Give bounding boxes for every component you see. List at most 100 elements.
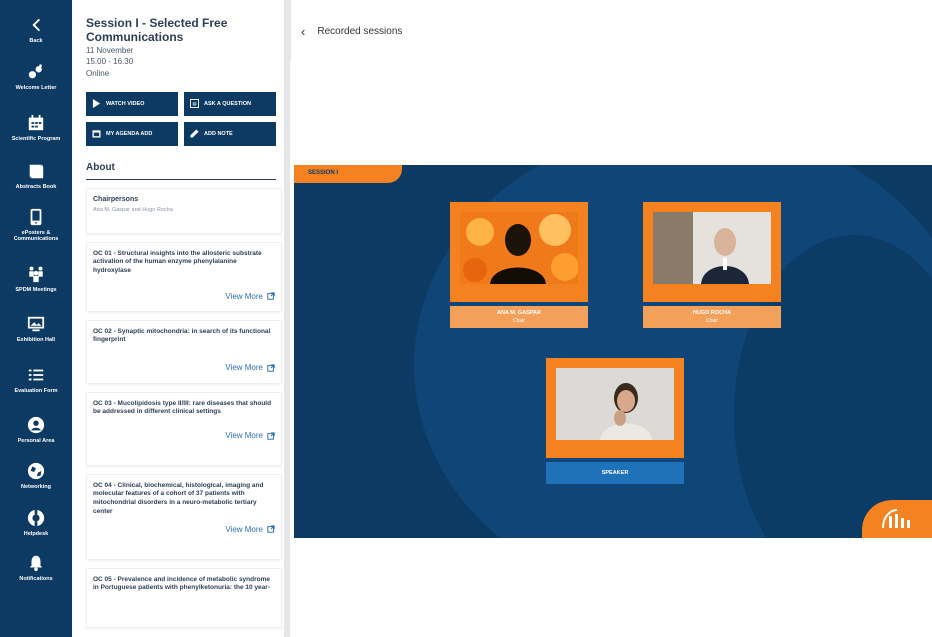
page-title: Recorded sessions (317, 25, 403, 37)
session-tab: SESSION I (294, 165, 402, 183)
nav-item-welcome-letter[interactable]: Welcome Letter (0, 52, 72, 102)
speaker-name: SPEAKER (601, 470, 629, 476)
communication-title: OC 03 - Mucolipidosis type II/III: rare … (93, 399, 272, 416)
session-location: Online (86, 68, 110, 78)
view-more-link[interactable]: View More (93, 525, 275, 534)
nav-item-eposters[interactable]: ePosters & Communications (0, 198, 72, 252)
nav-item-scientific-program[interactable]: Scientific Program (0, 102, 72, 154)
external-link-icon (267, 431, 275, 440)
communication-title: OC 04 - Clinical, biochemical, histologi… (93, 481, 264, 515)
my-agenda-add-label: MY AGENDA ADD (106, 130, 153, 137)
chairpersons-title: Chairpersons (93, 195, 139, 203)
nav-item-personal-area[interactable]: Personal Area (0, 408, 72, 452)
speaker-video-feed (460, 212, 578, 284)
speaker-video-feed (556, 368, 674, 440)
globe-icon (27, 462, 45, 480)
app-window: Back Welcome Letter Scientific Program A… (0, 0, 932, 637)
monitor-icon (27, 315, 45, 333)
session-time: 15.00 - 16.30 (86, 57, 134, 67)
play-icon (92, 99, 101, 109)
communication-card: OC 04 - Clinical, biochemical, histologi… (86, 473, 282, 560)
nav-label: Personal Area (17, 437, 55, 444)
nav-label: Back (29, 37, 43, 44)
speaker-role: Chair (706, 318, 718, 324)
tablet-icon (27, 208, 45, 226)
speaker-name-tag: SPEAKER (546, 462, 684, 484)
nav-label: Welcome Letter (15, 84, 57, 91)
nav-item-abstracts-book[interactable]: Abstracts Book (0, 154, 72, 198)
speaker-video (450, 202, 588, 302)
nav-label: Abstracts Book (15, 183, 57, 190)
session-actions: WATCH VIDEO ASK A QUESTION MY AGENDA ADD… (86, 91, 290, 146)
view-more-label: View More (225, 291, 263, 301)
question-icon (190, 99, 199, 109)
nav-item-exhibition-hall[interactable]: Exhibition Hall (0, 306, 72, 352)
add-note-button[interactable]: ADD NOTE (184, 121, 276, 146)
speaker-name: HUGO ROCHA (692, 310, 732, 316)
watch-video-label: WATCH VIDEO (106, 100, 145, 107)
users-icon (27, 265, 45, 283)
chairpersons-card: Chairpersons Ana M. Gaspar and Hugo Roch… (86, 187, 282, 234)
nav-item-evaluation-form[interactable]: Evaluation Form (0, 352, 72, 408)
person-icon (27, 416, 45, 434)
view-more-label: View More (225, 524, 263, 534)
nav-item-spdm-meetings[interactable]: SPDM Meetings (0, 252, 72, 306)
handshake-icon (27, 63, 45, 81)
chevron-left-icon (27, 16, 45, 34)
communication-title: OC 01 - Structural insights into the all… (93, 249, 262, 275)
list-icon (27, 366, 45, 384)
external-link-icon (267, 292, 275, 301)
session-title: Session I - Selected Free Communications (86, 16, 228, 45)
communication-card: OC 05 - Prevalence and incidence of meta… (86, 567, 282, 628)
speaker-name: ANA M. GASPAR (497, 310, 541, 316)
communication-card: OC 03 - Mucolipidosis type II/III: rare … (86, 391, 282, 466)
nav-label: SPDM Meetings (15, 286, 57, 293)
nav-label: Helpdesk (23, 530, 49, 537)
nav-rail: Back Welcome Letter Scientific Program A… (0, 0, 72, 637)
calendar-icon (92, 130, 101, 138)
nav-item-helpdesk[interactable]: Helpdesk (0, 500, 72, 546)
speaker-tile-chair-1: ANA M. GASPAR Chair (450, 202, 588, 328)
external-link-icon (267, 363, 275, 372)
back-chevron-icon[interactable]: ‹ (301, 24, 305, 39)
bell-icon (27, 554, 45, 572)
nav-label: Networking (21, 483, 51, 490)
lifebuoy-icon (27, 509, 45, 527)
ask-question-button[interactable]: ASK A QUESTION (184, 91, 276, 116)
view-more-label: View More (225, 431, 263, 441)
ask-question-label: ASK A QUESTION (204, 100, 251, 107)
view-more-link[interactable]: View More (93, 363, 275, 372)
pencil-icon (190, 129, 199, 138)
nav-item-back[interactable]: Back (0, 8, 72, 52)
communication-card: OC 02 - Synaptic mitochondria: in search… (86, 319, 282, 384)
about-heading: About (86, 162, 276, 180)
communication-title: OC 02 - Synaptic mitochondria: in search… (93, 327, 271, 344)
video-stage[interactable]: SESSION I ANA M. GASPAR Chair HUGO ROCHA… (294, 165, 932, 538)
nav-label: ePosters & Communications (13, 229, 59, 242)
nav-label: Scientific Program (11, 135, 61, 142)
session-panel: Session I - Selected Free Communications… (72, 0, 290, 637)
communication-title: OC 05 - Prevalence and incidence of meta… (93, 575, 271, 592)
view-more-label: View More (225, 363, 263, 373)
nav-item-notifications[interactable]: Notifications (0, 546, 72, 590)
view-more-link[interactable]: View More (93, 292, 275, 301)
logo-icon (882, 509, 910, 529)
add-note-label: ADD NOTE (204, 130, 233, 137)
my-agenda-add-button[interactable]: MY AGENDA ADD (86, 121, 178, 146)
speaker-tile-chair-2: HUGO ROCHA Chair (643, 202, 781, 328)
event-logo (862, 500, 932, 538)
speaker-video (643, 202, 781, 302)
view-more-link[interactable]: View More (93, 431, 275, 440)
topbar: ‹ Recorded sessions (290, 0, 932, 62)
speaker-role: Chair (513, 318, 525, 324)
speaker-video-feed (653, 212, 771, 284)
watch-video-button[interactable]: WATCH VIDEO (86, 91, 178, 116)
session-date: 11 November (86, 45, 134, 55)
nav-label: Evaluation Form (14, 387, 58, 394)
external-link-icon (267, 525, 275, 533)
nav-item-networking[interactable]: Networking (0, 452, 72, 500)
speaker-name-tag: HUGO ROCHA Chair (643, 306, 781, 328)
session-tab-label: SESSION I (308, 170, 339, 176)
chairpersons-names: Ana M. Gaspar and Hugo Rocha (93, 206, 173, 213)
speaker-video (546, 358, 684, 458)
